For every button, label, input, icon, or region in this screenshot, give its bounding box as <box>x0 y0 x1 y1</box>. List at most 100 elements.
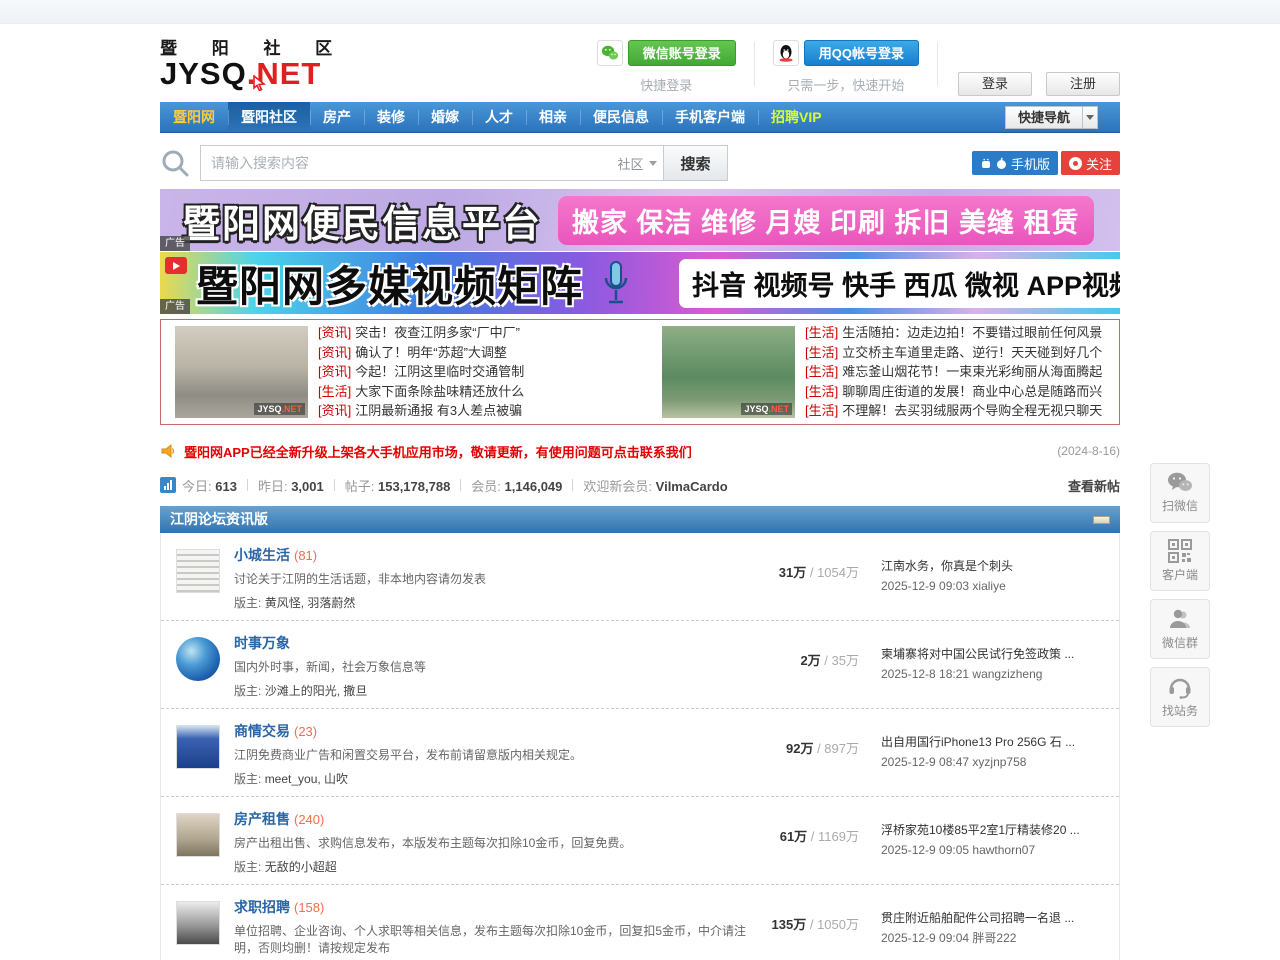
tv-icon <box>165 257 187 274</box>
forum-lastpost[interactable]: 出自用国行iPhone13 Pro 256G 石 ... 2025-12-9 0… <box>881 721 1104 787</box>
banner2-items: 抖音 视频号 快手 西瓜 微视 APP视频 <box>679 259 1120 308</box>
main-nav: 暨阳网 暨阳社区 房产 装修 婚嫁 人才 相亲 便民信息 手机客户端 招聘VIP… <box>160 102 1120 133</box>
forum-description: 江阴免费商业广告和闲置交易平台，发布前请留意版内相关规定。 <box>234 747 751 764</box>
mobile-version-button[interactable]: 手机版 <box>972 151 1058 175</box>
wechat-login-hint: 快捷登录 <box>597 75 736 94</box>
forum-row-fangchanzushou[interactable]: 房产租售(240) 房产出租出售、求购信息发布，本版发布主题每次扣除10金币，回… <box>161 797 1119 885</box>
wechat-icon <box>1167 472 1193 494</box>
forum-row-xiaochengshenghuo[interactable]: 小城生活(81) 讨论关于江阴的生活话题，非本地内容请勿发表 版主: 黄风怪, … <box>161 533 1119 621</box>
nav-item-mobile-client[interactable]: 手机客户端 <box>662 102 758 132</box>
forum-row-qiuzhizhaopin[interactable]: 求职招聘(158) 单位招聘、企业咨询、个人求职等相关信息，发布主题每次扣除10… <box>161 885 1119 960</box>
unread-count: (158) <box>294 900 324 915</box>
forum-list: 小城生活(81) 讨论关于江阴的生活话题，非本地内容请勿发表 版主: 黄风怪, … <box>160 533 1120 960</box>
forum-title[interactable]: 房产租售(240) <box>234 809 751 829</box>
site-logo[interactable]: 暨 阳 社 区 JYSQ.NET <box>160 34 347 89</box>
quick-nav-button[interactable]: 快捷导航 <box>1005 106 1098 129</box>
wechat-group-button[interactable]: 微信群 <box>1150 599 1210 659</box>
cursor-arrow-icon <box>252 75 266 91</box>
nav-item-zhaopin-vip[interactable]: 招聘VIP <box>758 102 835 132</box>
forum-title[interactable]: 求职招聘(158) <box>234 897 751 917</box>
qq-icon <box>773 40 799 66</box>
news-thumbnail-factory[interactable]: JYSQ.NET <box>175 326 308 418</box>
news-link[interactable]: [生活]大家下面条除盐味精还放什么 <box>318 382 652 402</box>
unread-count: (81) <box>294 548 317 563</box>
news-link[interactable]: [生活]聊聊周庄街道的发展！商业中心总是随路而兴 <box>805 382 1133 402</box>
nav-item-xiangqin[interactable]: 相亲 <box>526 102 580 132</box>
stat-members: 会员: 1,146,049 <box>471 476 562 495</box>
search-input[interactable] <box>201 146 611 180</box>
forum-moderators: 版主: 黄风怪, 羽落蔚然 <box>234 594 751 611</box>
qrcode-icon <box>1168 539 1192 563</box>
ad-banner-video-matrix[interactable]: 暨阳网多媒视频矩阵 抖音 视频号 快手 西瓜 微视 APP视频 广告 <box>160 252 1120 314</box>
forum-stats: 92万 / 897万 <box>751 721 881 787</box>
contact-staff-button[interactable]: 找站务 <box>1150 667 1210 727</box>
site-header: 暨 阳 社 区 JYSQ.NET 微信账号登录 快捷登录 <box>160 0 1120 102</box>
forum-category-header: 江阴论坛资讯版 <box>160 506 1120 533</box>
news-link[interactable]: [资讯]确认了！明年“苏超”大调整 <box>318 343 652 363</box>
forum-moderators: 版主: 无敌的小超超 <box>234 858 751 875</box>
register-button[interactable]: 注册 <box>1046 72 1120 96</box>
nav-item-bianmin[interactable]: 便民信息 <box>580 102 662 132</box>
forum-icon-marketplace <box>176 725 220 769</box>
nav-item-fangchan[interactable]: 房产 <box>310 102 364 132</box>
view-new-posts-link[interactable]: 查看新帖 <box>1068 476 1120 495</box>
collapse-icon[interactable] <box>1093 516 1110 524</box>
follow-weibo-button[interactable]: 关注 <box>1061 151 1120 175</box>
nav-item-jyw[interactable]: 暨阳网 <box>160 102 228 132</box>
nav-item-hunjia[interactable]: 婚嫁 <box>418 102 472 132</box>
forum-lastpost[interactable]: 江南水务，你真是个刺头 2025-12-9 09:03 xialiye <box>881 545 1104 611</box>
android-icon <box>980 157 992 170</box>
forum-icon-newspaper <box>176 549 220 593</box>
banner1-items: 搬家 保洁 维修 月嫂 印刷 拆旧 美缝 租赁 <box>558 196 1094 245</box>
forum-title[interactable]: 小城生活(81) <box>234 545 751 565</box>
forum-icon-globe <box>176 637 220 681</box>
announcement-bar: 暨阳网APP已经全新升级上架各大手机应用市场，敬请更新，有使用问题可点击联系我们… <box>160 439 1120 463</box>
announcement-text[interactable]: 暨阳网APP已经全新升级上架各大手机应用市场，敬请更新，有使用问题可点击联系我们 <box>184 442 692 461</box>
wechat-icon <box>597 40 623 66</box>
news-link[interactable]: [资讯]今起！江阴这里临时交通管制 <box>318 362 652 382</box>
qq-login-button[interactable]: 用QQ帐号登录 <box>804 40 919 66</box>
forum-lastpost[interactable]: 贯庄附近船舶配件公司招聘一名退 ... 2025-12-9 09:04 胖哥22… <box>881 897 1104 960</box>
search-button[interactable]: 搜索 <box>663 146 727 180</box>
client-qrcode-button[interactable]: 客户端 <box>1150 531 1210 591</box>
banner2-title: 暨阳网多媒视频矩阵 <box>196 253 583 314</box>
news-section: JYSQ.NET [资讯]突击！夜查江阴多家“厂中厂” [资讯]确认了！明年“苏… <box>160 319 1120 425</box>
forum-icon-people <box>176 901 220 945</box>
chevron-down-icon[interactable] <box>1083 106 1098 129</box>
microphone-icon <box>601 260 631 306</box>
search-scope-dropdown[interactable]: 社区 <box>611 146 663 180</box>
forum-row-shishiwanxiang[interactable]: 时事万象 国内外时事，新闻，社会万象信息等 版主: 沙滩上的阳光, 撒旦 2万 … <box>161 621 1119 709</box>
forum-description: 单位招聘、企业咨询、个人求职等相关信息，发布主题每次扣除10金币，回复扣5金币，… <box>234 923 751 957</box>
wechat-login-button[interactable]: 微信账号登录 <box>628 40 736 66</box>
forum-lastpost[interactable]: 浮桥家苑10楼85平2室1厅精装修20 ... 2025-12-9 09:05 … <box>881 809 1104 875</box>
nav-item-rencai[interactable]: 人才 <box>472 102 526 132</box>
stat-newest-member[interactable]: 欢迎新会员: VilmaCardo <box>583 476 727 495</box>
news-link[interactable]: [生活]立交桥主车道里走路、逆行！天天碰到好几个 <box>805 343 1133 363</box>
horn-icon <box>160 443 176 459</box>
nav-item-jysq[interactable]: 暨阳社区 <box>228 102 310 132</box>
nav-item-zhuangxiu[interactable]: 装修 <box>364 102 418 132</box>
news-link[interactable]: [生活]不理解！去买羽绒服两个导购全程无视只聊天 <box>805 401 1133 421</box>
search-box: 社区 搜索 <box>200 145 728 181</box>
search-row: 社区 搜索 手机版 关注 <box>160 133 1120 187</box>
divider <box>937 42 938 86</box>
login-button[interactable]: 登录 <box>958 72 1032 96</box>
search-icon <box>160 148 190 178</box>
forum-title[interactable]: 商情交易(23) <box>234 721 751 741</box>
forum-lastpost[interactable]: 柬埔寨将对中国公民试行免签政策 ... 2025-12-8 18:21 wang… <box>881 633 1104 699</box>
forum-title[interactable]: 时事万象 <box>234 633 751 653</box>
watermark: JYSQ.NET <box>254 403 305 415</box>
news-thumbnail-river[interactable]: JYSQ.NET <box>662 326 795 418</box>
ad-banner-convenience[interactable]: 暨阳网便民信息平台 搬家 保洁 维修 月嫂 印刷 拆旧 美缝 租赁 广告 <box>160 189 1120 251</box>
news-link[interactable]: [资讯]突击！夜查江阴多家“厂中厂” <box>318 323 652 343</box>
qq-login-group: 用QQ帐号登录 只需一步，快速开始 <box>755 40 937 94</box>
news-link[interactable]: [资讯]江阴最新通报 有3人差点被骗 <box>318 401 652 421</box>
unread-count: (23) <box>294 724 317 739</box>
news-link[interactable]: [生活]生活随拍：边走边拍！不要错过眼前任何风景 <box>805 323 1133 343</box>
announcement-date: (2024-8-16) <box>1057 444 1120 458</box>
apple-icon <box>996 157 1007 170</box>
scan-wechat-button[interactable]: 扫微信 <box>1150 463 1210 523</box>
forum-row-shangqingjiaoyi[interactable]: 商情交易(23) 江阴免费商业广告和闲置交易平台，发布前请留意版内相关规定。 版… <box>161 709 1119 797</box>
news-link[interactable]: [生活]难忘釜山烟花节！一束束光彩绚丽从海面腾起 <box>805 362 1133 382</box>
stat-today: 今日: 613 <box>182 476 237 495</box>
